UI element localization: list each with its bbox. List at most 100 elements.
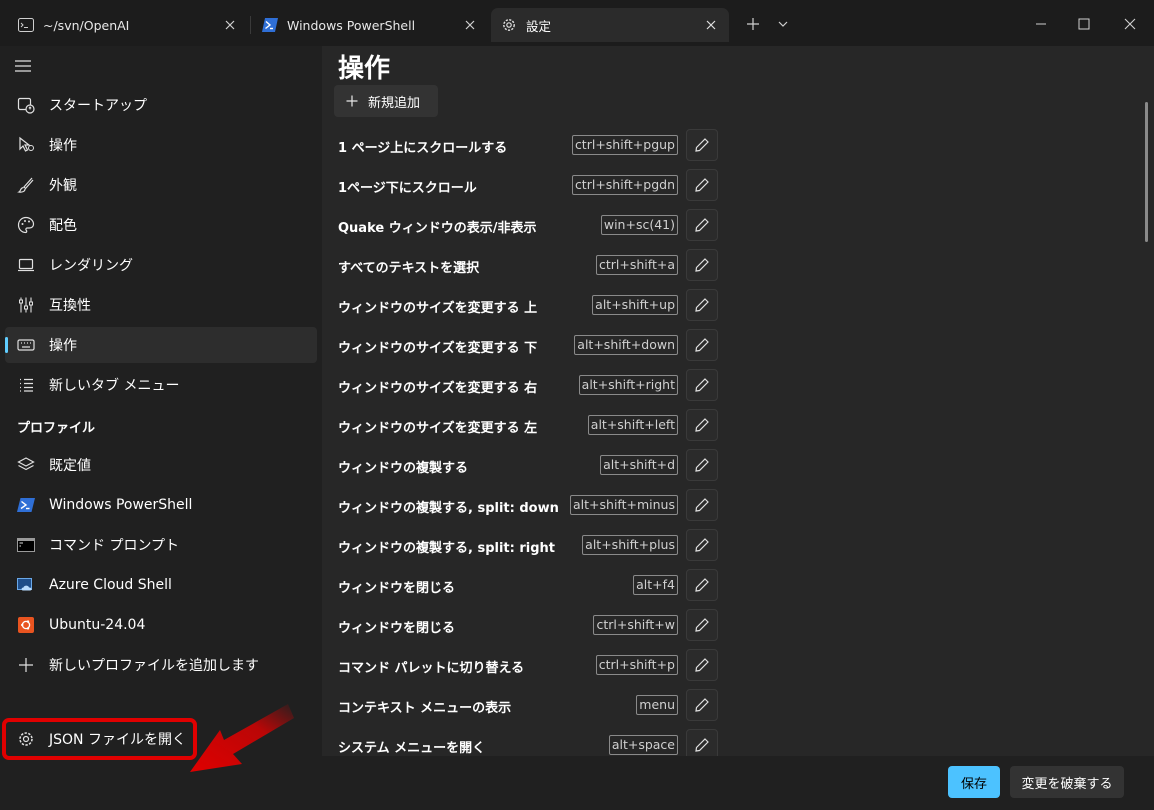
keybinding-chip: alt+shift+left bbox=[587, 415, 678, 435]
edit-button[interactable] bbox=[686, 409, 718, 441]
action-label: ウィンドウの複製する, split: down bbox=[338, 501, 559, 516]
action-row: ウィンドウのサイズを変更する 上 alt+shift+up bbox=[338, 289, 718, 321]
discard-changes-button[interactable]: 変更を破棄する bbox=[1010, 766, 1124, 798]
maximize-button[interactable] bbox=[1069, 10, 1099, 38]
edit-button[interactable] bbox=[686, 649, 718, 681]
action-row: 1ページ下にスクロール ctrl+shift+pgdn bbox=[338, 169, 718, 201]
scrollbar[interactable] bbox=[1145, 102, 1148, 242]
tab-label: Windows PowerShell bbox=[287, 17, 416, 33]
tab-settings[interactable]: 設定 bbox=[491, 8, 729, 42]
pencil-icon bbox=[695, 538, 709, 552]
pencil-icon bbox=[695, 418, 709, 432]
sidebar-item-ubuntu[interactable]: Ubuntu-24.04 bbox=[5, 607, 317, 643]
azure-icon bbox=[17, 576, 35, 594]
keybinding-chip: alt+shift+right bbox=[578, 375, 678, 395]
sidebar-item-interaction[interactable]: 操作 bbox=[5, 127, 317, 163]
close-window-button[interactable] bbox=[1115, 10, 1145, 38]
edit-button[interactable] bbox=[686, 729, 718, 756]
action-label: すべてのテキストを選択 bbox=[338, 261, 480, 276]
edit-button[interactable] bbox=[686, 689, 718, 721]
keybinding-chip: alt+shift+down bbox=[574, 335, 678, 355]
edit-button[interactable] bbox=[686, 369, 718, 401]
sidebar-item-actions[interactable]: 操作 bbox=[5, 327, 317, 363]
action-row: システム メニューを開く alt+space bbox=[338, 729, 718, 756]
close-icon[interactable] bbox=[222, 17, 238, 33]
powershell-icon bbox=[17, 496, 35, 514]
action-row: ウィンドウの複製する, split: right alt+shift+plus bbox=[338, 529, 718, 561]
sidebar-item-label: 操作 bbox=[49, 138, 77, 154]
action-label: ウィンドウを閉じる bbox=[338, 581, 456, 596]
annotation-arrow-icon bbox=[190, 704, 294, 772]
keybinding-chip: alt+shift+plus bbox=[582, 535, 678, 555]
action-label: ウィンドウのサイズを変更する 上 bbox=[338, 301, 538, 316]
sidebar-item-compatibility[interactable]: 互換性 bbox=[5, 287, 317, 323]
pencil-icon bbox=[695, 138, 709, 152]
sidebar-item-color-schemes[interactable]: 配色 bbox=[5, 207, 317, 243]
pencil-icon bbox=[695, 658, 709, 672]
edit-button[interactable] bbox=[686, 169, 718, 201]
pencil-icon bbox=[695, 578, 709, 592]
keyboard-icon bbox=[17, 336, 35, 354]
action-label: コマンド パレットに切り替える bbox=[338, 661, 525, 676]
close-icon[interactable] bbox=[462, 17, 478, 33]
keybinding-chip: ctrl+shift+pgdn bbox=[571, 175, 678, 195]
action-row: 1 ページ上にスクロールする ctrl+shift+pgup bbox=[338, 129, 718, 161]
pencil-icon bbox=[695, 258, 709, 272]
edit-button[interactable] bbox=[686, 329, 718, 361]
save-button[interactable]: 保存 bbox=[948, 766, 1000, 798]
sidebar-item-startup[interactable]: スタートアップ bbox=[5, 87, 317, 123]
edit-button[interactable] bbox=[686, 289, 718, 321]
action-row: ウィンドウのサイズを変更する 左 alt+shift+left bbox=[338, 409, 718, 441]
edit-button[interactable] bbox=[686, 569, 718, 601]
minimize-button[interactable] bbox=[1026, 10, 1056, 38]
main-content: 操作 新規追加 1 ページ上にスクロールする ctrl+shift+pgup 1ペー… bbox=[322, 46, 1154, 756]
action-label: 1ページ下にスクロール bbox=[338, 181, 477, 196]
tab-powershell[interactable]: Windows PowerShell bbox=[252, 8, 488, 42]
edit-button[interactable] bbox=[686, 609, 718, 641]
edit-button[interactable] bbox=[686, 449, 718, 481]
plus-icon bbox=[17, 656, 35, 674]
sidebar-item-defaults[interactable]: 既定値 bbox=[5, 447, 317, 483]
action-label: ウィンドウのサイズを変更する 下 bbox=[338, 341, 538, 356]
tab-label: 設定 bbox=[526, 18, 552, 34]
sidebar-item-command-prompt[interactable]: コマンド プロンプト bbox=[5, 527, 317, 563]
pencil-icon bbox=[695, 498, 709, 512]
action-label: 1 ページ上にスクロールする bbox=[338, 141, 508, 156]
laptop-icon bbox=[17, 256, 35, 274]
layers-icon bbox=[17, 456, 35, 474]
highlight-box bbox=[2, 718, 197, 760]
sidebar-item-add-profile[interactable]: 新しいプロファイルを追加します bbox=[5, 647, 317, 683]
brush-icon bbox=[17, 176, 35, 194]
pencil-icon bbox=[695, 338, 709, 352]
edit-button[interactable] bbox=[686, 489, 718, 521]
keybinding-chip: alt+f4 bbox=[633, 575, 678, 595]
sidebar-item-azure-cloud-shell[interactable]: Azure Cloud Shell bbox=[5, 567, 317, 603]
pencil-icon bbox=[695, 458, 709, 472]
edit-button[interactable] bbox=[686, 209, 718, 241]
new-tab-button[interactable] bbox=[738, 10, 768, 38]
edit-button[interactable] bbox=[686, 249, 718, 281]
tab-openai[interactable]: ~/svn/OpenAI bbox=[8, 8, 248, 42]
action-row: Quake ウィンドウの表示/非表示 win+sc(41) bbox=[338, 209, 718, 241]
cmd-icon bbox=[17, 536, 35, 554]
add-new-label: 新規追加 bbox=[368, 95, 421, 111]
keybinding-chip: ctrl+shift+w bbox=[593, 615, 678, 635]
sidebar-item-appearance[interactable]: 外観 bbox=[5, 167, 317, 203]
edit-button[interactable] bbox=[686, 529, 718, 561]
hamburger-menu-icon[interactable] bbox=[14, 58, 36, 76]
action-row: コマンド パレットに切り替える ctrl+shift+p bbox=[338, 649, 718, 681]
action-row: ウィンドウのサイズを変更する 下 alt+shift+down bbox=[338, 329, 718, 361]
action-label: ウィンドウのサイズを変更する 右 bbox=[338, 381, 538, 396]
sidebar-item-new-tab-menu[interactable]: 新しいタブ メニュー bbox=[5, 367, 317, 403]
compat-icon bbox=[17, 296, 35, 314]
sidebar-item-windows-powershell[interactable]: Windows PowerShell bbox=[5, 487, 317, 523]
pencil-icon bbox=[695, 298, 709, 312]
sidebar-item-rendering[interactable]: レンダリング bbox=[5, 247, 317, 283]
edit-button[interactable] bbox=[686, 129, 718, 161]
keybinding-chip: ctrl+shift+pgup bbox=[571, 135, 678, 155]
add-new-button[interactable]: 新規追加 bbox=[334, 85, 438, 117]
close-icon[interactable] bbox=[703, 17, 719, 33]
tab-dropdown-button[interactable] bbox=[768, 10, 798, 38]
footer: 保存 変更を破棄する bbox=[322, 756, 1154, 810]
sidebar-item-label: Ubuntu-24.04 bbox=[49, 617, 146, 633]
